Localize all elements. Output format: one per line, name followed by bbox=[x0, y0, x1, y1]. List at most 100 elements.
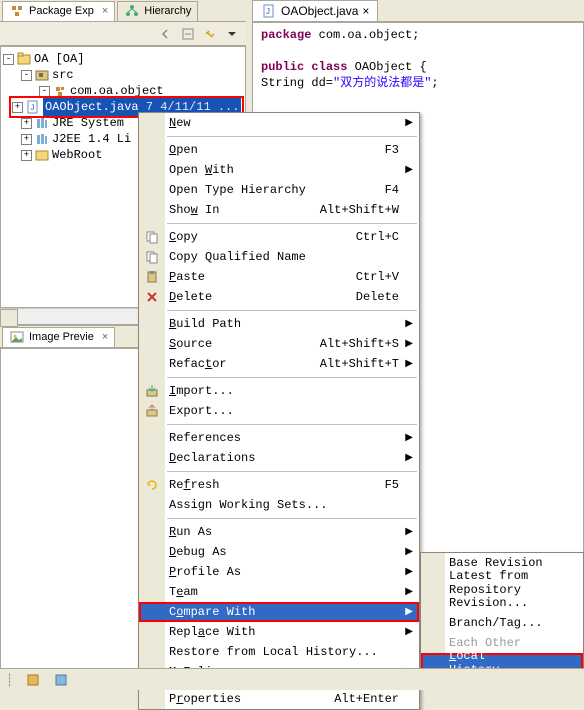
menu-item-copy-qualified-name[interactable]: Copy Qualified Name bbox=[139, 247, 419, 267]
menu-item-label: Restore from Local History... bbox=[169, 645, 378, 659]
menu-item-export[interactable]: Export... bbox=[139, 401, 419, 421]
package-explorer-toolbar bbox=[0, 22, 246, 46]
svg-text:J: J bbox=[30, 104, 35, 113]
menu-item-import[interactable]: Import... bbox=[139, 381, 419, 401]
expander-icon[interactable]: - bbox=[21, 70, 32, 81]
folder-icon bbox=[34, 147, 50, 163]
refresh-icon bbox=[143, 476, 161, 494]
compare-with-submenu[interactable]: Base RevisionLatest from RepositoryRevis… bbox=[420, 552, 584, 674]
link-with-editor-icon[interactable] bbox=[200, 24, 220, 44]
package-explorer-icon bbox=[9, 3, 25, 19]
menu-item-open-type-hierarchy[interactable]: Open Type HierarchyF4 bbox=[139, 180, 419, 200]
tab-label: OAObject.java bbox=[281, 4, 358, 18]
menu-item-declarations[interactable]: Declarations▶ bbox=[139, 448, 419, 468]
menu-shortcut: Ctrl+V bbox=[356, 270, 399, 284]
menu-item-new[interactable]: New▶ bbox=[139, 113, 419, 133]
close-icon[interactable]: × bbox=[102, 5, 108, 17]
tree-label: OAObject.java bbox=[45, 100, 139, 114]
copy-icon bbox=[143, 228, 161, 246]
submenu-arrow-icon: ▶ bbox=[405, 566, 413, 578]
submenu-arrow-icon: ▶ bbox=[405, 546, 413, 558]
submenu-arrow-icon: ▶ bbox=[405, 606, 413, 618]
menu-item-restore-from-local-history[interactable]: Restore from Local History... bbox=[139, 642, 419, 662]
menu-item-label: Branch/Tag... bbox=[449, 616, 543, 630]
menu-item-source[interactable]: SourceAlt+Shift+S▶ bbox=[139, 334, 419, 354]
menu-shortcut: Ctrl+C bbox=[356, 230, 399, 244]
tree-root[interactable]: - OA [OA] bbox=[3, 51, 243, 67]
menu-shortcut: Alt+Shift+W bbox=[320, 203, 399, 217]
menu-shortcut: Alt+Shift+T bbox=[320, 357, 399, 371]
menu-item-label: Team bbox=[169, 585, 198, 599]
menu-item-paste[interactable]: Paste Ctrl+V bbox=[139, 267, 419, 287]
editor-tab[interactable]: J OAObject.java × bbox=[252, 0, 378, 21]
menu-item-label: Properties bbox=[169, 692, 241, 706]
hierarchy-icon bbox=[124, 3, 140, 19]
menu-item-label: Assign Working Sets... bbox=[169, 498, 327, 512]
menu-item-open[interactable]: OpenF3 bbox=[139, 140, 419, 160]
menu-shortcut: F5 bbox=[385, 478, 399, 492]
expander-icon[interactable]: + bbox=[21, 118, 32, 129]
menu-item-build-path[interactable]: Build Path ▶ bbox=[139, 314, 419, 334]
menu-item-show-in[interactable]: Show InAlt+Shift+W bbox=[139, 200, 419, 220]
menu-item-label: Open Type Hierarchy bbox=[169, 183, 306, 197]
svg-text:J: J bbox=[266, 7, 270, 16]
menu-item-label: Build Path bbox=[169, 317, 241, 331]
menu-item-profile-as[interactable]: Profile As▶ bbox=[139, 562, 419, 582]
menu-item-label: Replace With bbox=[169, 625, 255, 639]
expander-icon[interactable]: + bbox=[12, 102, 23, 113]
package-explorer-tab[interactable]: Package Exp × bbox=[2, 1, 115, 21]
image-preview-tab[interactable]: Image Previe × bbox=[2, 327, 115, 347]
menu-item-assign-working-sets[interactable]: Assign Working Sets... bbox=[139, 495, 419, 515]
menu-item-open-with[interactable]: Open With▶ bbox=[139, 160, 419, 180]
menu-item-replace-with[interactable]: Replace With▶ bbox=[139, 622, 419, 642]
menu-item-references[interactable]: References▶ bbox=[139, 428, 419, 448]
submenu-arrow-icon: ▶ bbox=[405, 318, 413, 330]
back-icon[interactable] bbox=[156, 24, 176, 44]
java-file-icon: J bbox=[261, 3, 277, 19]
menu-item-label: Copy Qualified Name bbox=[169, 250, 306, 264]
menu-item-team[interactable]: Team▶ bbox=[139, 582, 419, 602]
submenu-arrow-icon: ▶ bbox=[405, 358, 413, 370]
menu-item-label: Paste bbox=[169, 270, 205, 284]
menu-item-refactor[interactable]: Refactor Alt+Shift+T ▶ bbox=[139, 354, 419, 374]
menu-item-delete[interactable]: Delete Delete bbox=[139, 287, 419, 307]
menu-item-properties[interactable]: Properties Alt+Enter bbox=[139, 689, 419, 709]
menu-shortcut: Delete bbox=[356, 290, 399, 304]
menu-item-label: Refresh bbox=[169, 478, 219, 492]
context-menu[interactable]: New▶OpenF3Open With▶Open Type HierarchyF… bbox=[138, 112, 420, 710]
menu-item-label: Export... bbox=[169, 404, 234, 418]
menu-item-label: Declarations bbox=[169, 451, 255, 465]
view-menu-icon[interactable] bbox=[222, 24, 242, 44]
submenu-arrow-icon: ▶ bbox=[405, 526, 413, 538]
close-icon[interactable]: × bbox=[102, 331, 108, 343]
hierarchy-tab[interactable]: Hierarchy bbox=[117, 1, 198, 21]
menu-item-label: Run As bbox=[169, 525, 212, 539]
source-folder-icon bbox=[34, 67, 50, 83]
tab-label: Hierarchy bbox=[144, 5, 191, 17]
menu-item-refresh[interactable]: Refresh F5 bbox=[139, 475, 419, 495]
expander-icon[interactable]: - bbox=[39, 86, 50, 97]
submenu-item-revision[interactable]: Revision... bbox=[421, 593, 583, 613]
tree-src[interactable]: - src bbox=[3, 67, 243, 83]
editor-tabbar: J OAObject.java × bbox=[252, 0, 584, 22]
collapse-all-icon[interactable] bbox=[178, 24, 198, 44]
menu-shortcut: Alt+Enter bbox=[334, 692, 399, 706]
menu-item-compare-with[interactable]: Compare With▶ bbox=[139, 602, 419, 622]
menu-item-label: Refactor bbox=[169, 357, 227, 371]
menu-item-label: Delete bbox=[169, 290, 212, 304]
menu-item-debug-as[interactable]: Debug As▶ bbox=[139, 542, 419, 562]
submenu-item-branch-tag[interactable]: Branch/Tag... bbox=[421, 613, 583, 633]
menu-item-run-as[interactable]: Run As ▶ bbox=[139, 522, 419, 542]
status-icon bbox=[53, 672, 69, 688]
package-explorer-tabbar: Package Exp × Hierarchy bbox=[0, 0, 246, 22]
menu-item-label: Copy bbox=[169, 230, 198, 244]
import-icon bbox=[143, 382, 161, 400]
menu-item-label: References bbox=[169, 431, 241, 445]
expander-icon[interactable]: - bbox=[3, 54, 14, 65]
tab-label: Package Exp bbox=[29, 5, 94, 17]
submenu-item-latest-from-repository[interactable]: Latest from Repository bbox=[421, 573, 583, 593]
close-icon[interactable]: × bbox=[362, 4, 369, 18]
menu-item-copy[interactable]: Copy Ctrl+C bbox=[139, 227, 419, 247]
expander-icon[interactable]: + bbox=[21, 150, 32, 161]
expander-icon[interactable]: + bbox=[21, 134, 32, 145]
